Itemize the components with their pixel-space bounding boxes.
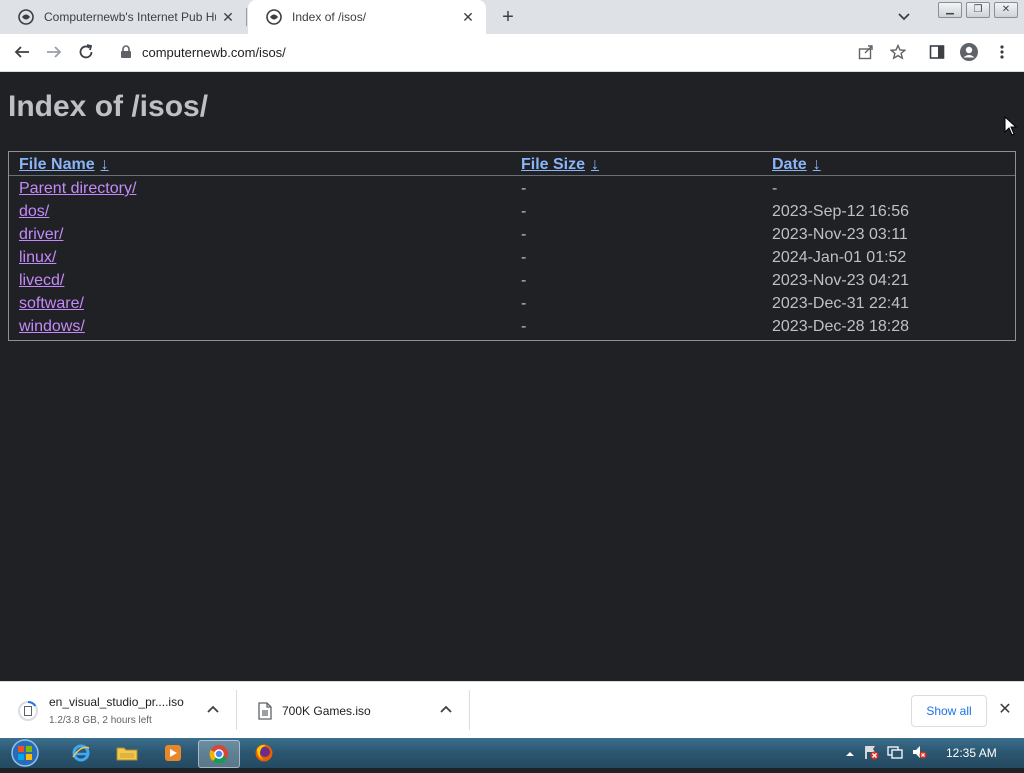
file-icon — [255, 701, 275, 726]
date-cell: 2023-Nov-23 04:21 — [772, 272, 909, 289]
download-divider — [469, 690, 470, 730]
sort-by-name-link[interactable]: File Name — [19, 156, 95, 173]
tab-pub-hub[interactable]: Computernewb's Internet Pub Hub ✕ — [0, 0, 246, 34]
column-header-file-size[interactable]: File Size ↓ — [521, 156, 599, 174]
page-content: Index of /isos/ File Name ↓ File Size ↓ Da… — [0, 72, 1024, 681]
mouse-cursor-icon — [1004, 115, 1018, 141]
sort-by-size-link[interactable]: File Size — [521, 156, 585, 173]
file-size-cell: - — [521, 249, 527, 266]
folder-link-livecd[interactable]: livecd/ — [19, 272, 64, 290]
site-favicon-icon — [266, 9, 282, 25]
date-cell: 2023-Dec-31 22:41 — [772, 295, 909, 312]
sort-arrow-icon[interactable]: ↓ — [813, 156, 821, 173]
tab-separator — [246, 8, 247, 26]
download-bar: en_visual_studio_pr....iso 1.2/3.8 GB, 2… — [0, 681, 1024, 739]
parent-directory-link[interactable]: Parent directory/ — [19, 180, 136, 198]
show-hidden-icons-icon[interactable] — [845, 746, 855, 764]
start-orb-icon[interactable] — [5, 738, 45, 768]
file-size-cell: - — [521, 180, 527, 197]
file-size-cell: - — [521, 203, 527, 220]
new-tab-plus-icon[interactable]: + — [498, 7, 518, 27]
download-options-chevron-icon[interactable] — [205, 702, 221, 718]
file-explorer-icon[interactable] — [107, 740, 147, 766]
column-header-date[interactable]: Date ↓ — [772, 156, 821, 174]
window-close-icon[interactable]: ✕ — [994, 2, 1018, 18]
action-center-flag-icon[interactable] — [863, 744, 879, 765]
lock-icon[interactable] — [120, 45, 132, 64]
folder-link-driver[interactable]: driver/ — [19, 226, 63, 244]
sort-by-date-link[interactable]: Date — [772, 156, 807, 173]
file-size-cell: - — [521, 272, 527, 289]
tab-search-chevron-icon[interactable] — [895, 9, 913, 25]
download-progress-file-icon — [18, 701, 38, 726]
chrome-icon[interactable] — [198, 740, 240, 768]
tab-title: Index of /isos/ — [292, 10, 367, 24]
file-size-cell: - — [521, 226, 527, 243]
bookmark-star-icon[interactable] — [888, 42, 908, 62]
share-icon[interactable] — [856, 42, 876, 62]
url-text: computernewb.com/isos/ — [142, 45, 286, 60]
restore-icon[interactable]: ❐ — [966, 2, 990, 18]
close-download-bar-icon[interactable]: ✕ — [997, 702, 1013, 718]
address-bar[interactable]: computernewb.com/isos/ — [110, 37, 920, 67]
site-favicon-icon — [18, 9, 34, 25]
windows-taskbar: 12:35 AM — [0, 738, 1024, 768]
folder-link-software[interactable]: software/ — [19, 295, 84, 313]
window-controls: ▁ ❐ ✕ — [934, 2, 1018, 18]
menu-kebab-icon[interactable] — [992, 42, 1012, 62]
download-filename: en_visual_studio_pr....iso — [49, 695, 184, 709]
media-player-icon[interactable] — [153, 740, 193, 766]
tab-strip: Computernewb's Internet Pub Hub ✕ Index … — [0, 0, 1024, 34]
sort-arrow-icon[interactable]: ↓ — [101, 156, 109, 173]
date-cell: 2023-Sep-12 16:56 — [772, 203, 909, 220]
download-options-chevron-icon[interactable] — [438, 702, 454, 718]
network-icon[interactable] — [887, 744, 903, 765]
date-cell: 2023-Dec-28 18:28 — [772, 318, 909, 335]
download-item[interactable]: 700K Games.iso — [237, 682, 469, 739]
internet-explorer-icon[interactable] — [61, 740, 101, 766]
firefox-icon[interactable] — [244, 740, 284, 766]
browser-toolbar: computernewb.com/isos/ — [0, 34, 1024, 72]
volume-muted-icon[interactable] — [911, 744, 927, 765]
profile-avatar-icon[interactable] — [959, 42, 979, 62]
date-cell: - — [772, 180, 778, 197]
download-item[interactable]: en_visual_studio_pr....iso 1.2/3.8 GB, 2… — [0, 682, 236, 739]
file-listing-table: File Name ↓ File Size ↓ Date ↓ Parent direc… — [8, 151, 1016, 341]
tab-close-icon[interactable]: ✕ — [220, 9, 236, 25]
page-title: Index of /isos/ — [8, 90, 209, 123]
file-size-cell: - — [521, 295, 527, 312]
tab-close-icon[interactable]: ✕ — [460, 9, 476, 25]
side-panel-icon[interactable] — [927, 42, 947, 62]
download-filename: 700K Games.iso — [282, 704, 371, 718]
file-size-cell: - — [521, 318, 527, 335]
date-cell: 2024-Jan-01 01:52 — [772, 249, 907, 266]
minimize-icon[interactable]: ▁ — [938, 2, 962, 18]
tab-title: Computernewb's Internet Pub Hub — [44, 10, 216, 24]
folder-link-linux[interactable]: linux/ — [19, 249, 56, 267]
sort-arrow-icon[interactable]: ↓ — [591, 156, 599, 173]
download-status: 1.2/3.8 GB, 2 hours left — [49, 715, 152, 726]
forward-arrow-icon[interactable] — [44, 42, 64, 62]
show-all-downloads-button[interactable]: Show all — [911, 695, 987, 727]
date-cell: 2023-Nov-23 03:11 — [772, 226, 908, 243]
folder-link-windows[interactable]: windows/ — [19, 318, 85, 336]
reload-icon[interactable] — [76, 42, 96, 62]
column-header-file-name[interactable]: File Name ↓ — [19, 156, 109, 174]
system-tray — [845, 744, 935, 765]
back-arrow-icon[interactable] — [12, 42, 32, 62]
folder-link-dos[interactable]: dos/ — [19, 203, 49, 221]
taskbar-clock[interactable]: 12:35 AM — [946, 746, 997, 760]
tab-index-isos[interactable]: Index of /isos/ ✕ — [248, 0, 486, 34]
header-divider — [9, 175, 1015, 176]
